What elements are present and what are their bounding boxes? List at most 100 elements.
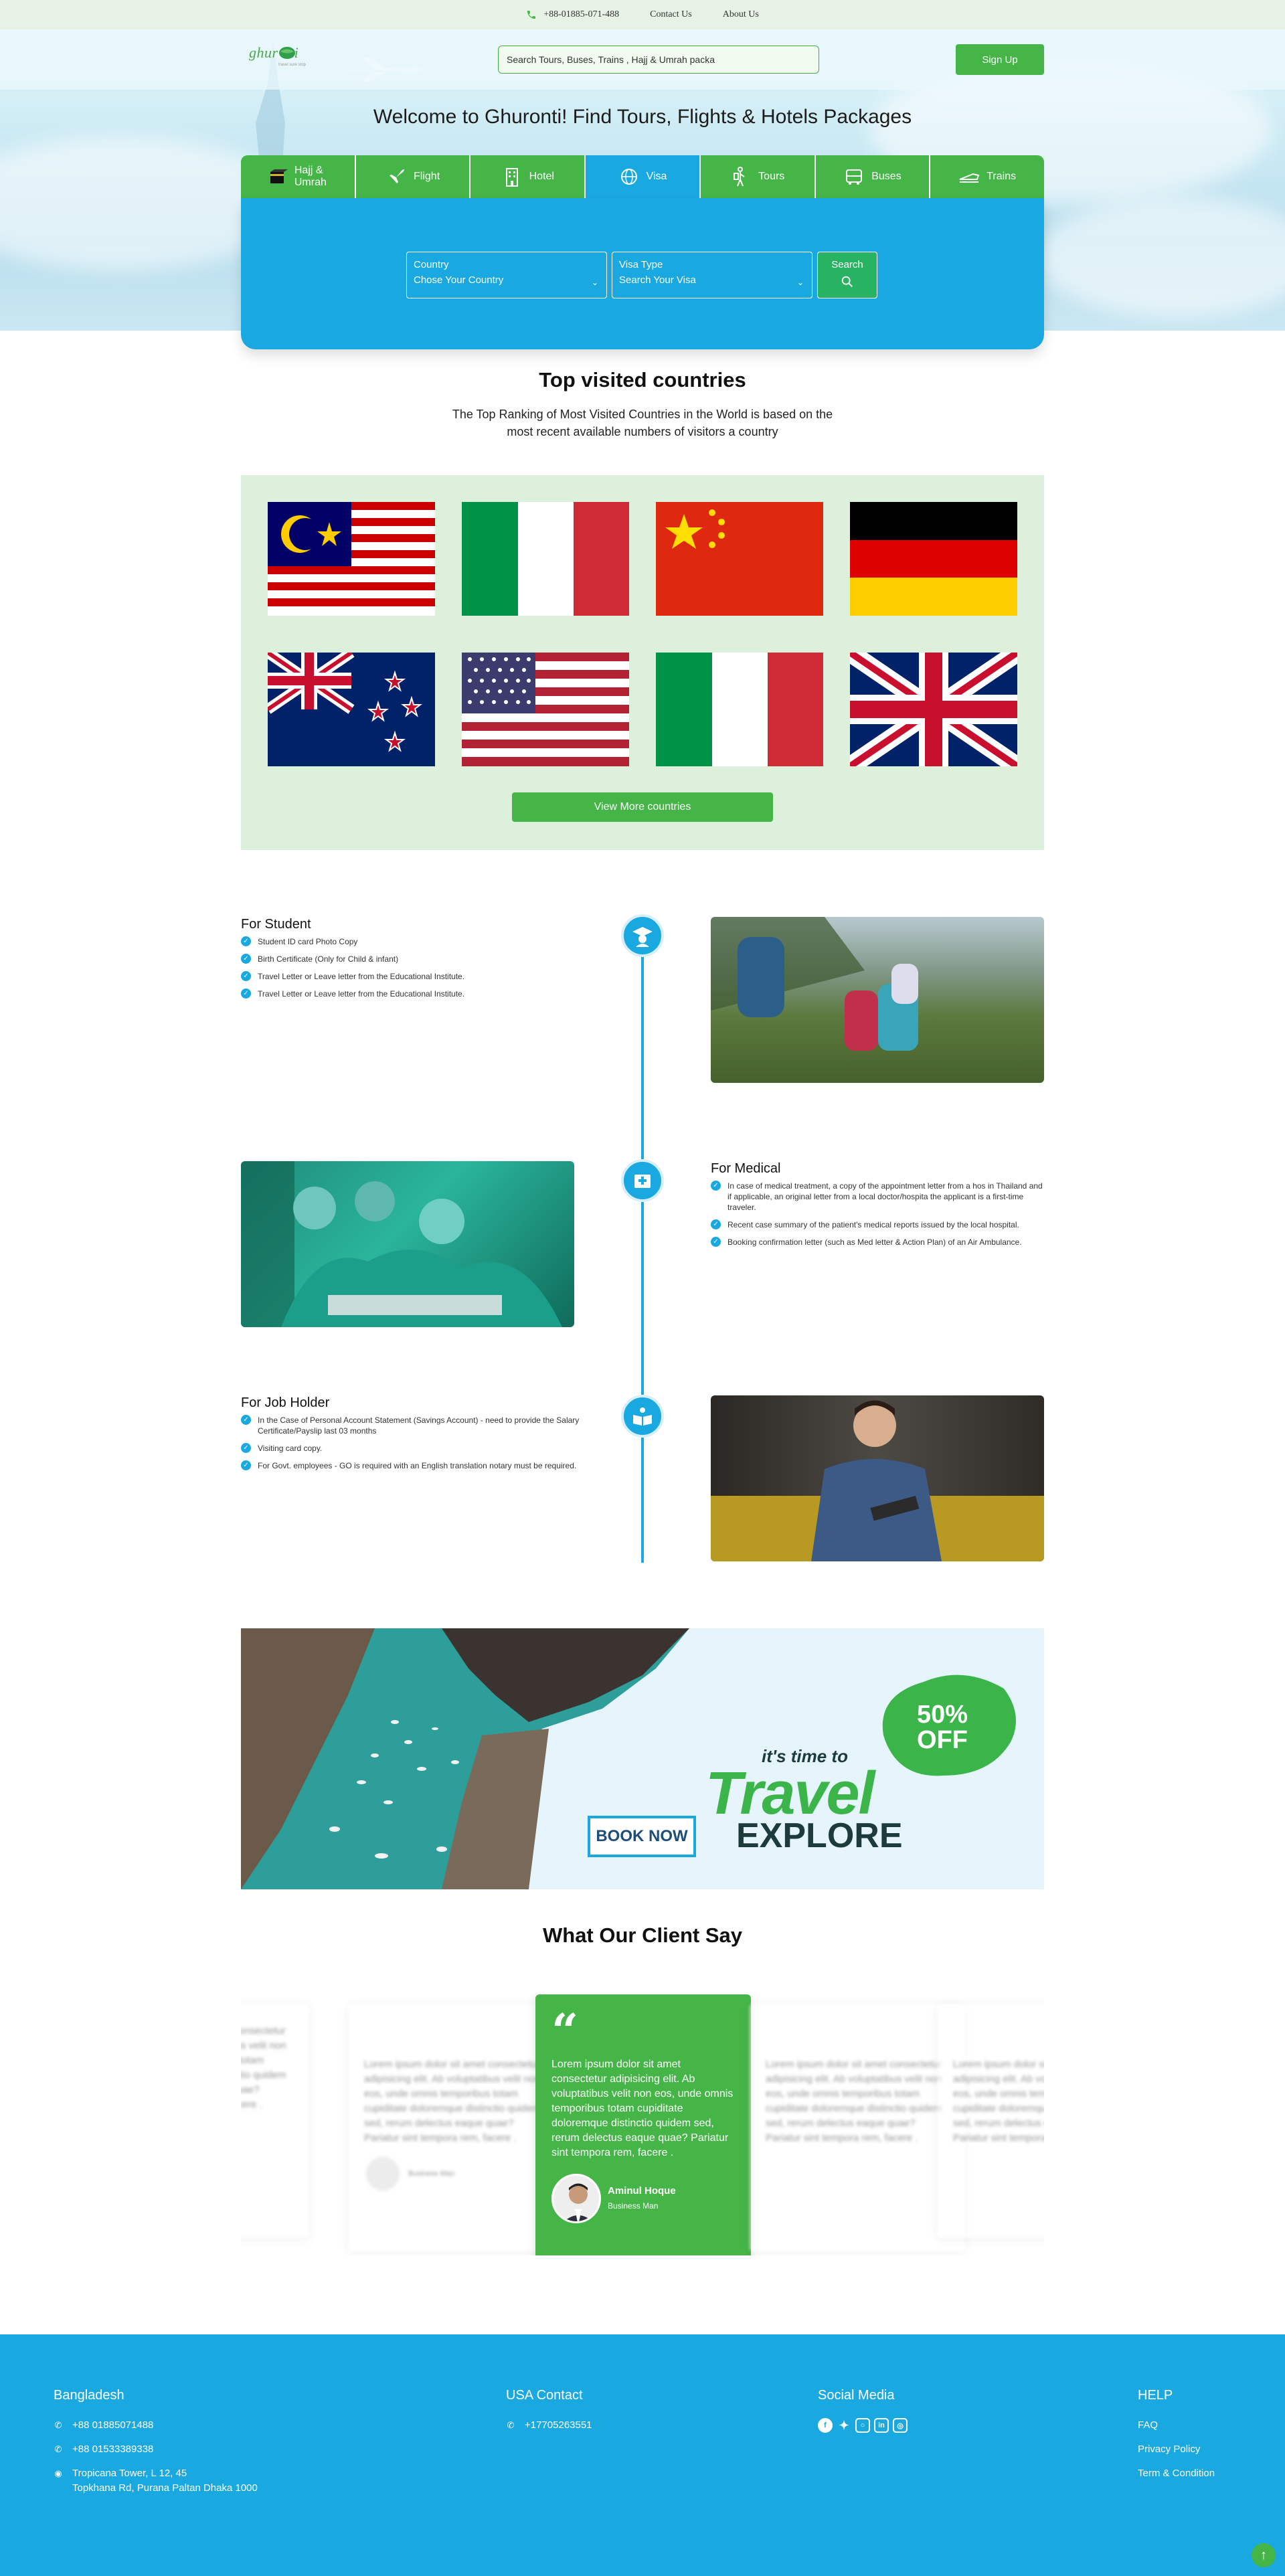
italy-flag[interactable] — [462, 502, 629, 616]
tab-hajj-umrah[interactable]: Hajj & Umrah — [241, 155, 356, 198]
footer-heading: USA Contact — [506, 2388, 583, 2403]
tab-label: Tours — [758, 171, 785, 182]
new-zealand-flag[interactable] — [268, 653, 435, 766]
visa-type-label: Visa Type — [619, 259, 663, 270]
uk-flag[interactable] — [850, 653, 1017, 766]
contact-link[interactable]: Contact Us — [650, 9, 692, 20]
requirement-title: For Medical — [711, 1161, 781, 1176]
requirement-text: Birth Certificate (Only for Child & infa… — [258, 954, 399, 964]
tab-flight[interactable]: Flight — [355, 155, 471, 198]
plane-icon — [388, 169, 405, 185]
hero-welcome-heading: Welcome to Ghuronti! Find Tours, Flights… — [373, 106, 912, 128]
requirement-text: Visiting card copy. — [258, 1444, 323, 1453]
requirement-item: ✓ Birth Certificate (Only for Child & inf… — [241, 954, 549, 964]
tab-label: Hotel — [529, 171, 554, 182]
requirement-text: Travel Letter or Leave letter from the E… — [258, 989, 465, 999]
country-select[interactable]: Country Chose Your Country ⌄ — [406, 252, 607, 298]
signup-button[interactable]: Sign Up — [956, 44, 1044, 75]
requirement-text: Student ID card Photo Copy — [258, 937, 358, 946]
tab-trains[interactable]: Trains — [930, 155, 1045, 198]
requirement-text: For Govt. employees - GO is required wit… — [258, 1461, 577, 1470]
book-now-button[interactable]: BOOK NOW — [588, 1816, 696, 1857]
privacy-policy-link[interactable]: Privacy Policy — [1138, 2442, 1215, 2457]
site-search-input[interactable] — [498, 46, 819, 74]
testimonials-carousel[interactable]: Lorem ipsum dolor sit amet consectetur a… — [241, 1994, 1044, 2255]
topbar-phone[interactable]: +88-01885-071-488 — [526, 9, 619, 20]
footer-phone-row[interactable]: ✆ +88 01885071488 — [54, 2418, 258, 2433]
testimonial-card-active[interactable]: “ Lorem ipsum dolor sit amet consectetur… — [535, 1994, 751, 2255]
subtitle-line: The Top Ranking of Most Visited Countrie… — [452, 408, 833, 421]
terms-link[interactable]: Term & Condition — [1138, 2466, 1215, 2481]
view-more-countries-button[interactable]: View More countries — [512, 792, 773, 822]
top-bar: +88-01885-071-488 Contact Us About Us — [0, 0, 1285, 29]
footer-heading: HELP — [1138, 2388, 1173, 2403]
student-hikers-photo — [711, 917, 1044, 1083]
tab-label: Flight — [414, 171, 440, 182]
malaysia-flag[interactable] — [268, 502, 435, 616]
travel-promo-banner[interactable]: BOOK NOW it's time to Travel EXPLORE 50%… — [241, 1628, 1044, 1889]
tab-buses[interactable]: Buses — [815, 155, 931, 198]
requirements-timeline-line — [641, 934, 644, 1563]
logo-text: ghur nti — [249, 44, 299, 61]
germany-flag[interactable] — [850, 502, 1017, 616]
top-countries-subtitle: The Top Ranking of Most Visited Countrie… — [0, 406, 1285, 440]
instagram-alt-icon[interactable]: ◎ — [893, 2418, 908, 2433]
instagram-icon[interactable]: ○ — [855, 2418, 870, 2433]
globe-icon — [620, 169, 637, 185]
visa-search-button[interactable]: Search — [817, 252, 877, 298]
testimonial-card[interactable]: Lorem ipsum dolor sit amet consectetur a… — [937, 2004, 1044, 2238]
testimonial-role: Business Man — [408, 2170, 455, 2178]
bus-icon — [846, 169, 863, 185]
footer-social: Social Media f ✦ ○ in ◎ — [818, 2388, 908, 2433]
tab-tours[interactable]: Tours — [700, 155, 816, 198]
requirement-text: Recent case summary of the patient's med… — [727, 1220, 1019, 1229]
china-flag[interactable] — [656, 502, 823, 616]
subtitle-line: most recent available numbers of visitor… — [507, 425, 778, 438]
scroll-to-top-button[interactable]: ↑ — [1252, 2543, 1276, 2567]
footer-phone-row[interactable]: ✆ +17705263551 — [506, 2418, 592, 2433]
search-icon — [841, 276, 853, 287]
medical-kit-icon — [621, 1159, 664, 1202]
italy-flag[interactable] — [656, 653, 823, 766]
discount-off: OFF — [917, 1726, 968, 1754]
requirement-title: For Job Holder — [241, 1395, 330, 1410]
testimonial-quote: Lorem ipsum dolor sit amet consectetur a… — [551, 2059, 734, 2158]
testimonial-card[interactable]: Lorem ipsum dolor sit amet consectetur a… — [241, 2004, 309, 2238]
testimonial-card[interactable]: Lorem ipsum dolor sit amet consectetur a… — [348, 2004, 564, 2251]
faq-link[interactable]: FAQ — [1138, 2418, 1215, 2433]
tab-label: Visa — [646, 171, 667, 182]
testimonial-quote: Lorem ipsum dolor sit amet consectetur a… — [766, 2059, 942, 2144]
tab-label: Hajj & Umrah — [294, 165, 327, 188]
site-logo[interactable]: ghur nti travel sure stop — [249, 44, 356, 78]
requirement-text: In case of medical treatment, a copy of … — [727, 1181, 1043, 1212]
testimonial-quote: Lorem ipsum dolor sit amet consectetur a… — [953, 2059, 1044, 2144]
discount-percent: 50% — [917, 1701, 968, 1729]
footer-help: HELP FAQ Privacy Policy Term & Condition — [1138, 2388, 1215, 2490]
visa-search-panel: Country Chose Your Country ⌄ Visa Type S… — [241, 198, 1044, 349]
facebook-icon[interactable]: f — [818, 2418, 833, 2433]
testimonials-title: What Our Client Say — [543, 1923, 742, 1947]
testimonial-card[interactable]: Lorem ipsum dolor sit amet consectetur a… — [750, 2004, 965, 2251]
tab-hotel[interactable]: Hotel — [470, 155, 586, 198]
requirement-item: ✓ Travel Letter or Leave letter from the … — [241, 971, 549, 982]
requirement-item: ✓ For Govt. employees - GO is required wi… — [241, 1460, 589, 1471]
check-icon: ✓ — [711, 1237, 721, 1247]
linkedin-icon[interactable]: in — [874, 2418, 889, 2433]
arrow-up-icon: ↑ — [1260, 2548, 1267, 2563]
twitter-icon[interactable]: ✦ — [837, 2418, 851, 2433]
tab-visa[interactable]: Visa — [586, 155, 701, 198]
tab-label: Trains — [987, 171, 1017, 182]
chevron-down-icon: ⌄ — [796, 278, 804, 287]
footer-heading: Bangladesh — [54, 2388, 124, 2403]
footer-bangladesh: Bangladesh ✆ +88 01885071488 ✆ +88 0153338… — [54, 2388, 258, 2505]
kaaba-icon — [270, 169, 288, 183]
globe-logo-icon — [279, 47, 295, 59]
phone-icon: ✆ — [507, 2420, 515, 2430]
usa-flag[interactable] — [462, 653, 629, 766]
about-link[interactable]: About Us — [723, 9, 759, 20]
visa-type-select[interactable]: Visa Type Search Your Visa ⌄ — [612, 252, 812, 298]
testimonial-name: Aminul Hoque — [608, 2185, 676, 2197]
quote-icon: “ — [551, 2003, 579, 2059]
tab-label: Buses — [871, 171, 902, 182]
footer-phone-row[interactable]: ✆ +88 01533389338 — [54, 2442, 258, 2457]
